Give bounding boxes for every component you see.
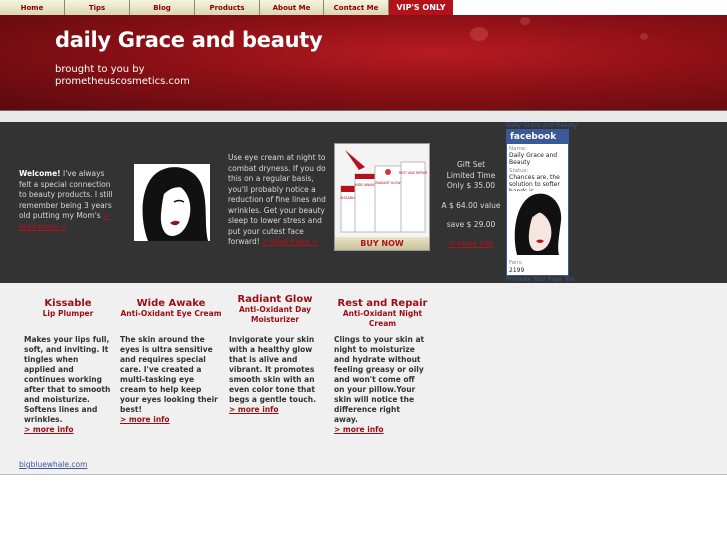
product-kissable: Kissable Lip Plumper Makes your lips ful… — [24, 298, 112, 434]
product-description: The skin around the eyes is ultra sensit… — [120, 335, 222, 425]
product-description: Clings to your skin at night to moisturi… — [334, 335, 426, 435]
feature-band: Welcome! I've always felt a special conn… — [0, 122, 727, 283]
products-section: Kissable Lip Plumper Makes your lips ful… — [0, 283, 727, 474]
facebook-badge[interactable]: facebook Name: Daily Grace and Beauty St… — [506, 129, 569, 276]
gift-line-1: Gift Set — [456, 160, 486, 169]
nav-home[interactable]: Home — [0, 0, 65, 15]
product-name[interactable]: Radiant Glow — [229, 294, 321, 305]
welcome-heading: Welcome! — [19, 169, 61, 178]
product-rest-and-repair: Rest and Repair Anti-Oxidant Night Cream… — [330, 298, 435, 434]
eye-cream-text: Use eye cream at night to combat dryness… — [228, 153, 326, 246]
eye-cream-tip: Use eye cream at night to combat dryness… — [228, 153, 332, 248]
fb-fans-label: Fans: — [509, 260, 524, 266]
product-radiant-glow: Radiant Glow Anti-Oxidant Day Moisturize… — [229, 294, 321, 414]
product-description-text: The skin around the eyes is ultra sensit… — [120, 335, 218, 414]
header-banner: daily Grace and beauty brought to you by… — [0, 15, 727, 110]
product-subtitle: Lip Plumper — [42, 309, 94, 318]
product-name[interactable]: Rest and Repair — [330, 298, 435, 309]
banner-highlight — [640, 33, 648, 40]
gift-more-info-link[interactable]: > more info — [449, 239, 494, 248]
product-description: Makes your lips full, soft, and inviting… — [24, 335, 112, 435]
footer-credit-link[interactable]: bigbluewhale.com — [19, 460, 87, 469]
product-subtitle: Anti-Oxidant Day Moisturizer — [238, 305, 312, 324]
fb-profile-image — [509, 191, 566, 257]
facebook-page-link[interactable]: Daily Grace and Beauty — [506, 122, 577, 129]
nav-vips-only[interactable]: VIP'S ONLY — [389, 0, 453, 15]
footer-divider — [0, 474, 727, 475]
fb-fans-count: 2199 — [509, 267, 525, 274]
nav-about-me[interactable]: About Me — [260, 0, 324, 15]
box-label-rest-and-repair: REST AND REPAIR — [399, 171, 428, 175]
welcome-text: Welcome! I've always felt a special conn… — [19, 169, 117, 232]
product-description-text: Clings to your skin at night to moisturi… — [334, 335, 425, 424]
box-label-radiant-glow: RADIANT GLOW — [376, 181, 402, 185]
product-name[interactable]: Wide Awake — [120, 298, 222, 309]
promote-page-link[interactable]: Promote Your Page Too — [506, 276, 574, 283]
site-title: daily Grace and beauty — [55, 28, 323, 52]
buy-now-button[interactable]: BUY NOW — [335, 237, 429, 250]
gift-set-offer: Gift Set Limited Time Only $ 35.00 A $ 6… — [440, 160, 502, 249]
product-description-text: Makes your lips full, soft, and inviting… — [24, 335, 111, 424]
eye-cream-read-more-link[interactable]: > read more < — [262, 237, 318, 246]
product-more-info-link[interactable]: > more info — [229, 405, 279, 414]
product-wide-awake: Wide Awake Anti-Oxidant Eye Cream The sk… — [120, 298, 222, 424]
nav-filler — [453, 0, 727, 15]
banner-highlight — [470, 27, 488, 41]
box-label-wide-awake: WIDE AWAKE — [355, 183, 376, 187]
woman-portrait-image — [134, 164, 210, 241]
spacer — [0, 111, 727, 122]
product-subtitle: Anti-Oxidant Night Cream — [342, 309, 423, 328]
product-more-info-link[interactable]: > more info — [24, 425, 74, 434]
box-label-kissable: KISSABLE — [340, 196, 355, 200]
nav-products[interactable]: Products — [195, 0, 260, 15]
gift-value: A $ 64.00 value — [441, 200, 501, 210]
banner-highlight — [520, 17, 530, 25]
product-description: Invigorate your skin with a healthy glow… — [229, 335, 321, 415]
product-subtitle: Anti-Oxidant Eye Cream — [120, 309, 222, 318]
site-subtitle: brought to you by prometheuscosmetics.co… — [55, 64, 190, 87]
gift-price: Only $ 35.00 — [446, 181, 496, 190]
product-more-info-link[interactable]: > more info — [120, 415, 170, 424]
nav-tips[interactable]: Tips — [65, 0, 130, 15]
nav-contact-me[interactable]: Contact Me — [324, 0, 389, 15]
facebook-logo: facebook — [507, 130, 568, 144]
fb-name-value: Daily Grace and Beauty — [509, 152, 558, 166]
product-name[interactable]: Kissable — [24, 298, 112, 309]
gift-set-product-image[interactable]: KISSABLE WIDE AWAKE RADIANT GLOW REST AN… — [334, 143, 430, 251]
nav-blog[interactable]: Blog — [130, 0, 195, 15]
top-nav: Home Tips Blog Products About Me Contact… — [0, 0, 453, 15]
gift-savings: save $ 29.00 — [446, 220, 496, 229]
product-description-text: Invigorate your skin with a healthy glow… — [229, 335, 316, 404]
gift-line-2: Limited Time — [446, 170, 496, 180]
product-more-info-link[interactable]: > more info — [334, 425, 384, 434]
